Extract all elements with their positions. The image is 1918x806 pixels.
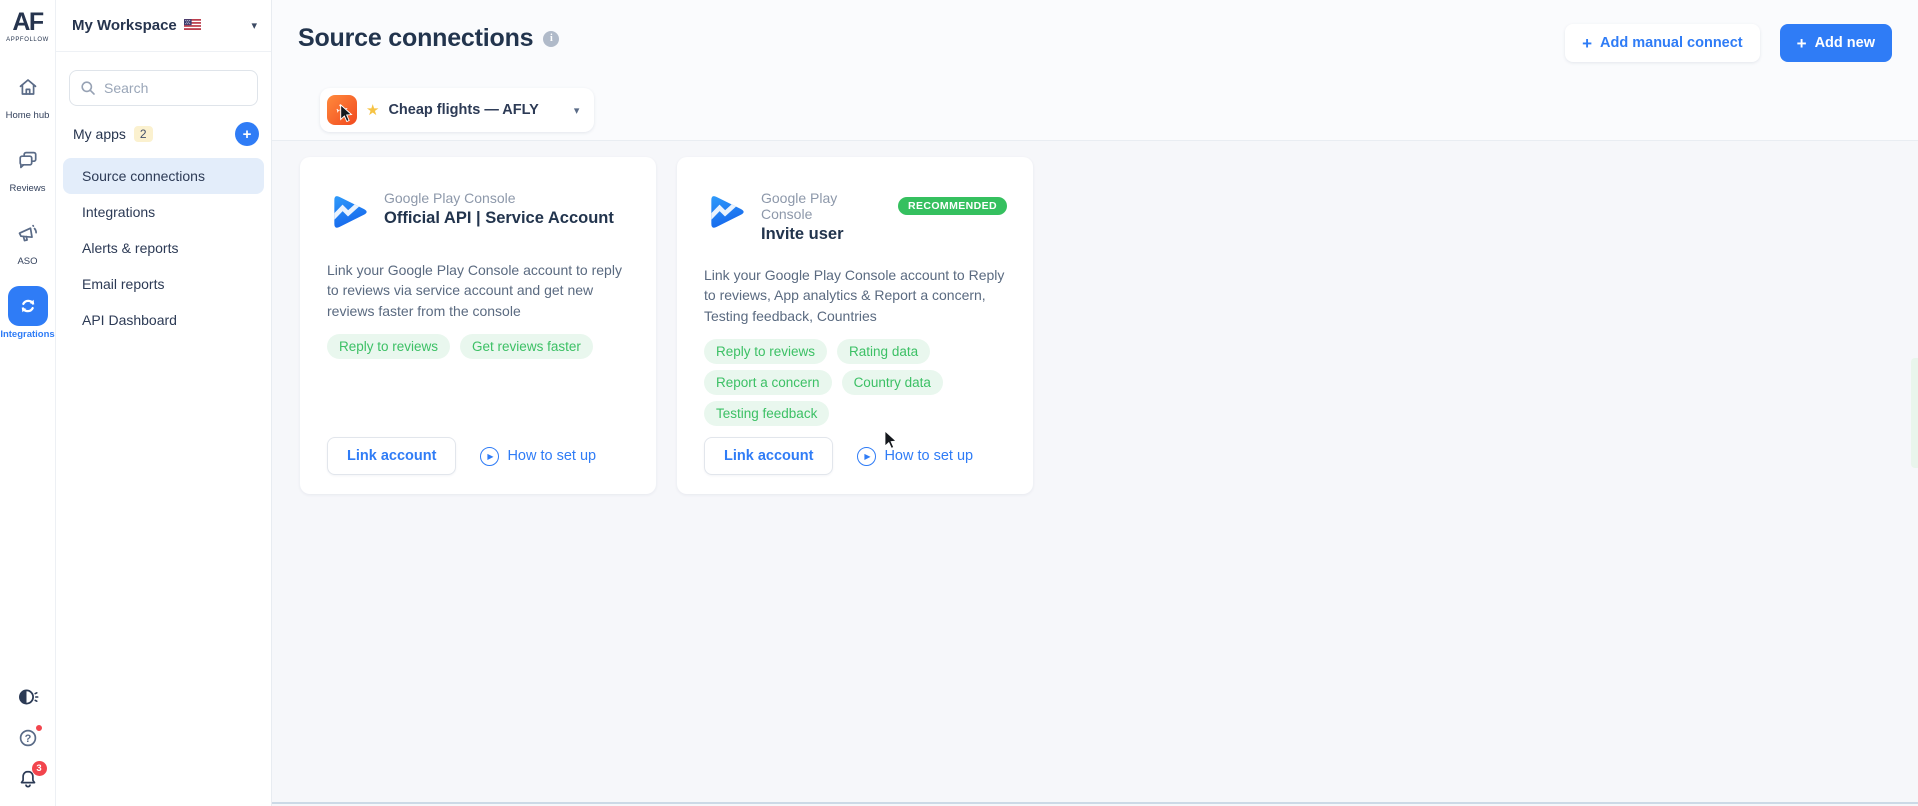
rail-label-aso: ASO: [17, 256, 38, 267]
play-icon: ▶: [480, 446, 500, 466]
recommended-badge: RECOMMENDED: [898, 197, 1007, 215]
page-header: Source connections i + Add manual connec…: [272, 0, 1918, 141]
sidebar-item-label: Alerts & reports: [82, 240, 179, 256]
how-to-set-up-link[interactable]: ▶ How to set up: [480, 446, 597, 466]
card-tags: Reply to reviews Rating data Report a co…: [704, 338, 1007, 426]
scroll-indicator: [1911, 358, 1918, 468]
rail-label-reviews: Reviews: [9, 183, 46, 194]
chevron-down-icon: ▾: [573, 104, 580, 117]
tag: Country data: [841, 369, 943, 395]
info-icon[interactable]: i: [543, 30, 560, 47]
how-to-set-up-link[interactable]: ▶ How to set up: [857, 446, 974, 466]
how-to-set-up-label: How to set up: [884, 448, 974, 464]
rail-item-integrations[interactable]: Integrations: [0, 286, 56, 340]
workspace-selector[interactable]: My Workspace ▾: [56, 0, 271, 52]
card-description: Link your Google Play Console account to…: [704, 267, 1005, 324]
rail-bottom: ? 3: [15, 684, 47, 792]
plane-icon: ✈: [333, 99, 351, 121]
add-new-button[interactable]: + Add new: [1779, 24, 1892, 62]
tag: Reply to reviews: [704, 338, 828, 364]
sidebar-item-label: Email reports: [82, 276, 165, 292]
sidebar-item-email-reports[interactable]: Email reports: [63, 266, 264, 302]
my-apps-count-badge: 2: [133, 126, 153, 142]
search-icon: [80, 80, 96, 96]
add-manual-connect-label: Add manual connect: [1600, 35, 1743, 51]
megaphone-icon: [8, 213, 48, 253]
my-apps-label[interactable]: My apps: [73, 126, 126, 142]
play-icon: ▶: [857, 446, 877, 466]
tag: Rating data: [837, 338, 931, 364]
search-input[interactable]: [104, 80, 247, 96]
card-title: Invite user: [761, 225, 844, 243]
card-provider: Google Play Console: [761, 190, 838, 222]
tag: Report a concern: [704, 369, 832, 395]
sidebar-item-alerts-reports[interactable]: Alerts & reports: [63, 230, 264, 266]
rail-item-aso[interactable]: ASO: [0, 213, 56, 267]
plus-icon: +: [242, 125, 252, 143]
plus-icon: +: [1582, 33, 1593, 53]
sidebar-item-source-connections[interactable]: Source connections: [63, 158, 264, 194]
sidebar-item-label: Integrations: [82, 204, 156, 220]
us-flag-icon: [183, 17, 201, 35]
header-actions: + Add manual connect + Add new: [1565, 24, 1892, 62]
card-official-api-service-account: Google Play Console Official API | Servi…: [300, 157, 656, 494]
sidebar-search[interactable]: [69, 70, 258, 106]
card-description: Link your Google Play Console account to…: [327, 262, 622, 319]
rail-nav: Home hub Reviews ASO Integrations: [0, 67, 56, 340]
horizontal-scrollbar[interactable]: [272, 802, 1918, 804]
add-new-label: Add new: [1814, 35, 1875, 51]
sidebar-item-label: Source connections: [82, 168, 205, 184]
link-account-button[interactable]: Link account: [327, 437, 457, 475]
icon-rail: AF APPFOLLOW Home hub Reviews ASO Integr…: [0, 0, 56, 806]
card-tags: Reply to reviews Get reviews faster: [327, 333, 630, 359]
reviews-icon: [8, 140, 48, 180]
rail-label-home-hub: Home hub: [5, 110, 50, 121]
app-selector-dropdown[interactable]: ✈ ★ Cheap flights — AFLY ▾: [320, 88, 595, 132]
rail-item-home-hub[interactable]: Home hub: [0, 67, 56, 121]
whats-new-icon[interactable]: [15, 684, 41, 710]
sidebar-item-integrations[interactable]: Integrations: [63, 194, 264, 230]
logo-text: AF: [12, 8, 44, 36]
logo-subtext: APPFOLLOW: [6, 37, 49, 43]
app-icon-cheap-flights: ✈: [327, 95, 357, 125]
chevron-down-icon: ▾: [251, 20, 257, 32]
page-title: Source connections: [298, 24, 534, 52]
add-app-button[interactable]: +: [235, 122, 259, 146]
favorite-star-icon: ★: [366, 101, 380, 119]
connection-cards: Google Play Console Official API | Servi…: [300, 157, 1033, 494]
workspace-name: My Workspace: [72, 17, 177, 34]
home-icon: [8, 67, 48, 107]
sidebar-item-label: API Dashboard: [82, 312, 177, 328]
card-invite-user: Google Play Console RECOMMENDED Invite u…: [677, 157, 1033, 494]
appfollow-logo[interactable]: AF APPFOLLOW: [6, 8, 49, 44]
sidebar-menu: Source connections Integrations Alerts &…: [56, 158, 271, 338]
integrations-sync-icon: [7, 286, 48, 326]
my-apps-row: My apps 2 +: [56, 118, 271, 158]
help-alert-dot: [34, 724, 43, 732]
notifications-bell-icon[interactable]: 3: [15, 761, 47, 792]
sidebar-item-api-dashboard[interactable]: API Dashboard: [63, 302, 264, 338]
plus-icon: +: [1796, 33, 1807, 53]
rail-item-reviews[interactable]: Reviews: [0, 140, 56, 194]
card-title: Official API | Service Account: [384, 209, 614, 227]
google-play-console-icon: [327, 190, 371, 239]
notifications-badge: 3: [31, 761, 47, 776]
how-to-set-up-label: How to set up: [507, 448, 597, 464]
selected-app-name: Cheap flights — AFLY: [388, 102, 539, 118]
link-account-button[interactable]: Link account: [704, 437, 834, 475]
help-icon[interactable]: ?: [15, 724, 43, 751]
tag: Testing feedback: [704, 400, 830, 426]
add-manual-connect-button[interactable]: + Add manual connect: [1565, 24, 1760, 62]
tag: Get reviews faster: [460, 333, 593, 359]
sidebar: My Workspace ▾ My apps 2 + Source co: [56, 0, 272, 806]
main-content: Source connections i + Add manual connec…: [272, 0, 1918, 806]
tag: Reply to reviews: [327, 333, 451, 359]
card-provider: Google Play Console: [384, 190, 516, 206]
rail-label-integrations: Integrations: [0, 329, 55, 340]
google-play-console-icon: [704, 190, 748, 239]
svg-text:?: ?: [24, 733, 31, 745]
